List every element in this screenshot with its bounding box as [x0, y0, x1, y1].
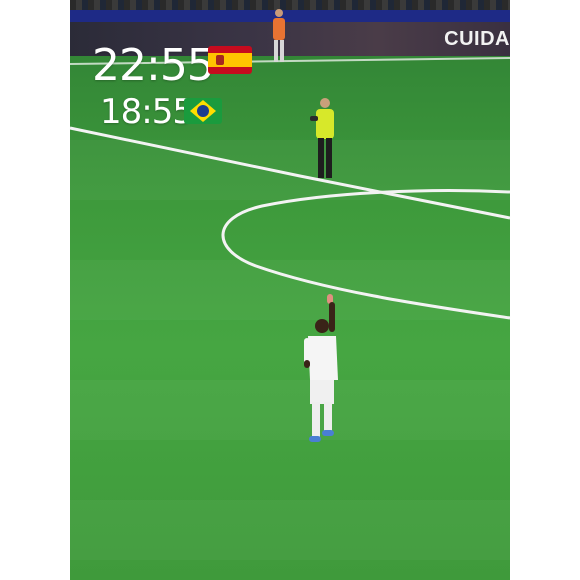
spain-time: 22:55 — [92, 40, 215, 91]
brazil-flag-icon — [184, 98, 222, 124]
steward-figure — [310, 98, 334, 178]
pitch-lines — [69, 57, 511, 320]
background-person — [273, 9, 285, 62]
halfway-line — [69, 126, 511, 220]
player-figure — [304, 294, 338, 442]
spain-flag-icon — [208, 46, 252, 74]
brazil-time: 18:55 — [100, 92, 194, 132]
